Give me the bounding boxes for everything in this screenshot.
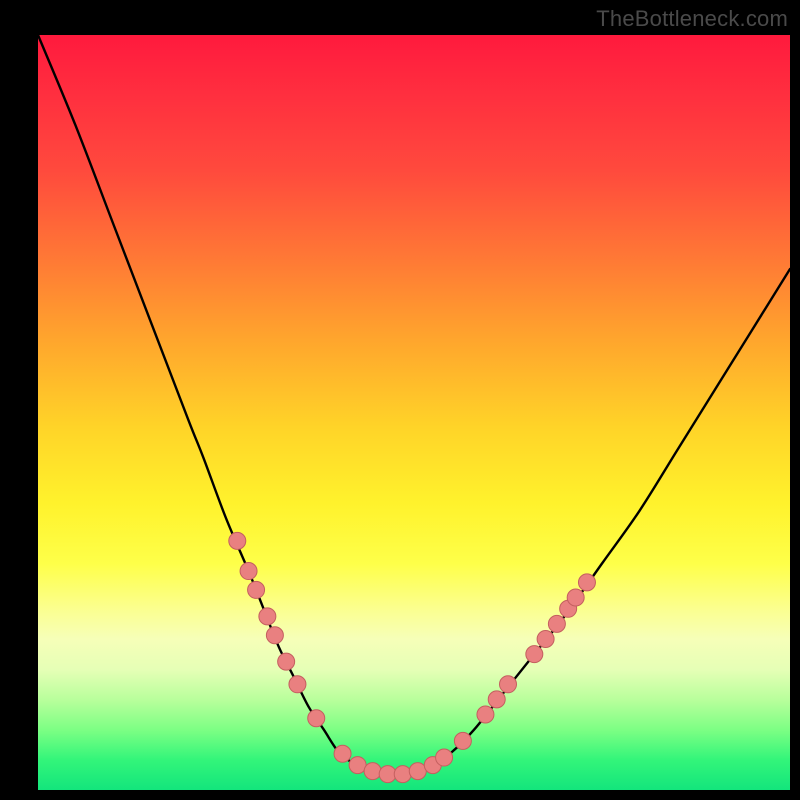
highlight-dot: [488, 691, 505, 708]
highlight-dot: [409, 763, 426, 780]
highlight-dots-group: [229, 532, 596, 782]
bottleneck-curve-path: [38, 35, 790, 775]
watermark-text: TheBottleneck.com: [596, 6, 788, 32]
plot-area: [38, 35, 790, 790]
highlight-dot: [278, 653, 295, 670]
highlight-dot: [308, 710, 325, 727]
highlight-dot: [548, 615, 565, 632]
bottleneck-curve-svg: [38, 35, 790, 790]
highlight-dot: [436, 749, 453, 766]
highlight-dot: [537, 631, 554, 648]
highlight-dot: [349, 757, 366, 774]
highlight-dot: [454, 732, 471, 749]
highlight-dot: [500, 676, 517, 693]
highlight-dot: [379, 766, 396, 783]
chart-frame: TheBottleneck.com: [0, 0, 800, 800]
highlight-dot: [567, 589, 584, 606]
highlight-dot: [477, 706, 494, 723]
highlight-dot: [289, 676, 306, 693]
highlight-dot: [578, 574, 595, 591]
highlight-dot: [334, 745, 351, 762]
highlight-dot: [248, 581, 265, 598]
highlight-dot: [240, 563, 257, 580]
highlight-dot: [229, 532, 246, 549]
highlight-dot: [394, 766, 411, 783]
highlight-dot: [266, 627, 283, 644]
highlight-dot: [364, 763, 381, 780]
highlight-dot: [526, 646, 543, 663]
highlight-dot: [259, 608, 276, 625]
